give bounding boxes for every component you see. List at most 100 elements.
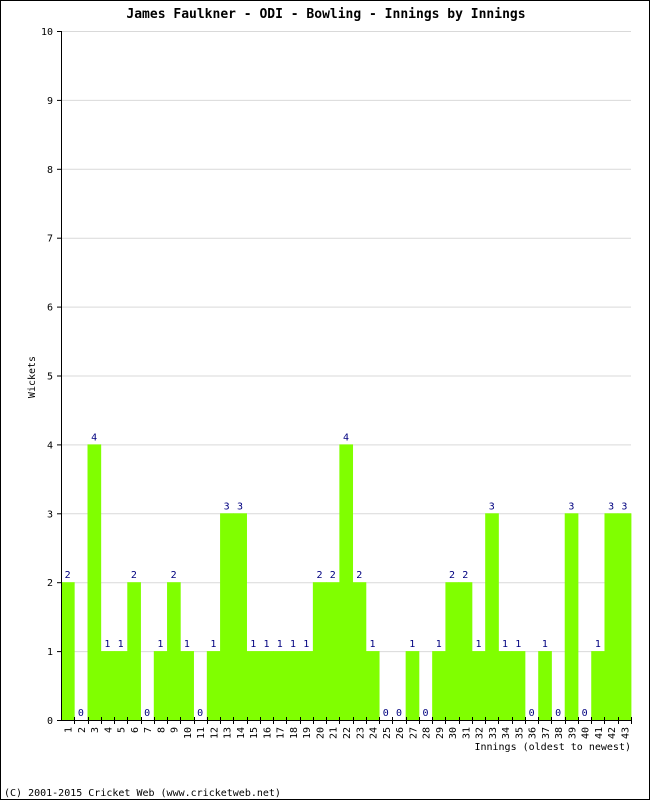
x-tick-label: 14: [236, 727, 247, 739]
x-tick-label: 33: [488, 727, 499, 739]
bar: [591, 651, 605, 720]
value-label: 1: [436, 639, 442, 650]
x-tick-label: 8: [156, 727, 167, 733]
y-tick-label: 9: [47, 96, 53, 107]
y-tick-label: 8: [47, 165, 53, 176]
x-tick-labels: 1 2 3 4 5 6 7 8 9 10 11 12 13 14 15 16 17 18 19 20 21 22 23 24 2…: [64, 727, 632, 739]
x-tick-label: 27: [408, 727, 419, 739]
value-label: 1: [104, 639, 110, 650]
bar: [339, 444, 354, 720]
bar: [458, 582, 473, 720]
x-tick-label: 42: [607, 727, 618, 739]
x-tick-label: 41: [594, 727, 605, 739]
value-label: 1: [157, 639, 163, 650]
bar: [259, 651, 274, 720]
value-label: 3: [489, 501, 495, 512]
bar: [180, 651, 194, 720]
value-label: 1: [263, 639, 269, 650]
x-tick-label: 1: [64, 727, 75, 733]
bar: [511, 651, 526, 720]
value-label: 1: [303, 639, 309, 650]
bar: [365, 651, 380, 720]
y-tick-label: 3: [47, 509, 53, 520]
bar: [485, 513, 499, 720]
x-tick-label: 12: [209, 727, 220, 739]
bar: [153, 651, 168, 720]
bar: [61, 582, 75, 720]
value-label: 2: [65, 570, 71, 581]
bar: [498, 651, 513, 720]
chart-title: James Faulkner - ODI - Bowling - Innings…: [126, 7, 525, 22]
value-label: 3: [621, 501, 627, 512]
x-tick-label: 18: [289, 727, 300, 739]
x-tick-label: 26: [395, 727, 406, 739]
x-tick-label: 7: [143, 727, 154, 733]
value-label: 3: [224, 501, 230, 512]
bar: [617, 513, 632, 720]
y-tick-label: 0: [47, 716, 53, 727]
value-label: 2: [171, 570, 177, 581]
bar: [167, 582, 181, 720]
value-label: 1: [277, 639, 283, 650]
x-tick-label: 32: [475, 727, 486, 739]
x-tick-label: 35: [514, 727, 525, 739]
value-label: 0: [144, 708, 150, 719]
x-tick-label: 6: [130, 727, 141, 733]
bar: [312, 582, 327, 720]
bar: [286, 651, 301, 720]
x-tick-label: 10: [183, 727, 194, 739]
value-label: 2: [316, 570, 322, 581]
y-tick-labels: 0 1 2 3 4 5 6 7 8 9 10: [41, 27, 53, 727]
value-label: 3: [568, 501, 574, 512]
value-label: 3: [237, 501, 243, 512]
x-tick-label: 38: [554, 727, 565, 739]
bar: [100, 651, 115, 720]
bar: [114, 651, 128, 720]
x-tick-label: 20: [315, 727, 326, 739]
x-tick-label: 30: [448, 727, 459, 739]
value-label: 2: [131, 570, 137, 581]
x-tick-label: 28: [422, 727, 433, 739]
y-tick-label: 4: [47, 440, 53, 451]
bar: [352, 582, 367, 720]
bar: [326, 582, 340, 720]
bar: [299, 651, 314, 720]
value-label: 0: [197, 708, 203, 719]
bar: [233, 513, 247, 720]
x-tick-label: 23: [355, 727, 366, 739]
value-label: 1: [542, 639, 548, 650]
y-axis-title: Wickets: [27, 356, 38, 398]
value-label: 1: [409, 639, 415, 650]
value-label: 0: [529, 708, 535, 719]
bar: [604, 513, 619, 720]
x-tick-label: 3: [90, 727, 101, 733]
x-tick-label: 2: [77, 727, 88, 733]
x-tick-label: 37: [541, 727, 552, 739]
x-tick-label: 19: [302, 727, 313, 739]
x-axis-title: Innings (oldest to newest): [474, 742, 631, 753]
bar-chart: James Faulkner - ODI - Bowling - Innings…: [4, 7, 632, 799]
x-tick-label: 43: [620, 727, 631, 739]
value-label: 0: [423, 708, 429, 719]
copyright-footer: (C) 2001-2015 Cricket Web (www.cricketwe…: [4, 788, 281, 799]
y-tick-label: 10: [41, 27, 53, 38]
x-tick-label: 11: [196, 727, 207, 739]
value-label: 0: [78, 708, 84, 719]
bar: [405, 651, 420, 720]
x-tick-label: 4: [103, 727, 114, 733]
x-tick-label: 36: [528, 727, 539, 739]
value-label: 1: [118, 639, 124, 650]
bar: [206, 651, 221, 720]
value-label: 2: [462, 570, 468, 581]
chart-frame: James Faulkner - ODI - Bowling - Innings…: [0, 0, 650, 800]
x-tick-label: 13: [223, 727, 234, 739]
value-label: 0: [383, 708, 389, 719]
value-label: 2: [330, 570, 336, 581]
y-tick-label: 6: [47, 303, 53, 314]
x-tick-label: 15: [249, 727, 260, 739]
x-tick-label: 25: [382, 727, 393, 739]
value-label: 1: [290, 639, 296, 650]
y-tick-label: 1: [47, 647, 53, 658]
bar: [246, 651, 261, 720]
value-label: 1: [476, 639, 482, 650]
